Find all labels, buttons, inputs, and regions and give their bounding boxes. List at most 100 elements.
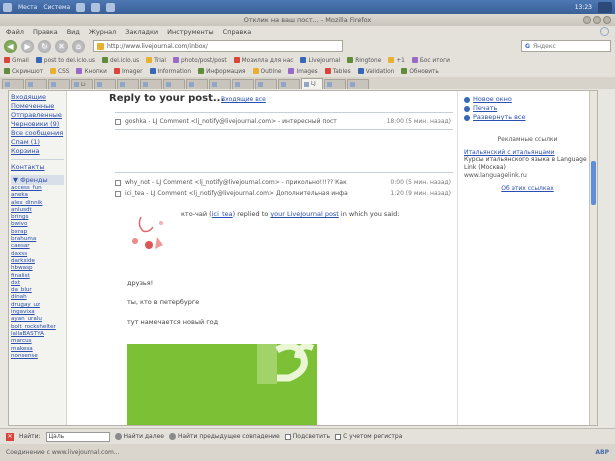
star-icon[interactable]	[115, 118, 121, 125]
bookmark-item[interactable]: Validation	[357, 68, 394, 75]
friend-link[interactable]: dxt	[11, 280, 64, 287]
url-bar[interactable]: http://www.livejournal.com/inbox/	[93, 40, 343, 52]
sidebar-contacts[interactable]: Контакты	[11, 163, 64, 172]
bookmark-item[interactable]: Livejournal	[300, 57, 340, 64]
search-engine-icon[interactable]: G	[525, 43, 530, 50]
friend-link[interactable]: bxrap	[11, 229, 64, 236]
star-icon[interactable]	[115, 179, 121, 186]
browser-tab[interactable]	[209, 79, 231, 89]
bookmark-item[interactable]: photo/post/post	[173, 57, 227, 64]
highlight-checkbox[interactable]	[284, 433, 291, 440]
ad-url[interactable]: www.languagelink.ru	[464, 172, 591, 179]
menu-history[interactable]: Журнал	[89, 28, 116, 36]
friend-link[interactable]: ayan_uralu	[11, 316, 64, 323]
menu-tools[interactable]: Инструменты	[167, 28, 214, 36]
highlight-toggle[interactable]: Подсветить	[284, 433, 330, 440]
menu-edit[interactable]: Правка	[33, 28, 58, 36]
back-to-inbox-link[interactable]: Входящие все	[221, 96, 266, 103]
friend-link[interactable]: bolt_rockshelter	[11, 324, 64, 331]
bookmark-item[interactable]: Information	[149, 68, 191, 75]
close-find-icon[interactable]: ✕	[6, 432, 14, 441]
scrollbar-thumb[interactable]	[591, 161, 596, 205]
menu-bookmarks[interactable]: Закладки	[125, 28, 158, 36]
browser-tab[interactable]	[347, 79, 369, 89]
commenter-link[interactable]: ici_tea	[212, 210, 233, 218]
browser-tab[interactable]	[232, 79, 254, 89]
friend-link[interactable]: brings	[11, 214, 64, 221]
forward-button[interactable]: ▶	[21, 39, 34, 53]
friend-link[interactable]: daxss	[11, 251, 64, 258]
stop-button[interactable]: ✕	[55, 39, 68, 53]
browser-tab[interactable]: Li	[71, 79, 93, 89]
vertical-scrollbar[interactable]	[589, 91, 597, 425]
star-icon[interactable]	[115, 190, 121, 197]
browser-tab[interactable]	[324, 79, 346, 89]
friend-link[interactable]: hbwasp	[11, 265, 64, 272]
sidebar-nav-item[interactable]: Спам (1)	[11, 138, 64, 147]
panel-launcher-icon[interactable]	[91, 2, 101, 12]
friend-link[interactable]: lallaBASTYA	[11, 331, 64, 338]
expand-all-link[interactable]: Развернуть все	[464, 113, 591, 122]
panel-launcher-icon[interactable]	[106, 2, 116, 12]
bookmark-item[interactable]: Outline	[252, 68, 281, 75]
print-link[interactable]: Печать	[464, 104, 591, 113]
friend-link[interactable]: marcus	[11, 338, 64, 345]
friend-link[interactable]: anlusdt	[11, 207, 64, 214]
menu-file[interactable]: Файл	[6, 28, 24, 36]
post-link[interactable]: your LiveJournal post	[270, 210, 339, 218]
bookmark-item[interactable]: Ringtone	[347, 57, 381, 64]
bookmark-item[interactable]: Imager	[113, 68, 143, 75]
match-case-toggle[interactable]: С учетом регистра	[335, 433, 402, 440]
bookmark-item[interactable]: CSS	[50, 68, 69, 75]
bookmark-item[interactable]: Tables	[324, 68, 351, 75]
browser-tab[interactable]	[140, 79, 162, 89]
friend-link[interactable]: makesa	[11, 346, 64, 353]
message-row[interactable]: ici_tea - LJ Comment <lj_notify@livejour…	[115, 189, 451, 198]
bookmark-item[interactable]: post to del.icio.us	[35, 57, 95, 64]
bookmark-item[interactable]: Gmail	[4, 57, 29, 64]
message-row[interactable]: goshka - LJ Comment <lj_notify@livejourn…	[115, 117, 451, 126]
browser-tab[interactable]	[48, 79, 70, 89]
bookmark-item[interactable]: Images	[288, 68, 318, 75]
browser-tab[interactable]	[25, 79, 47, 89]
find-input[interactable]: Цаль	[45, 431, 110, 442]
browser-tab[interactable]	[186, 79, 208, 89]
friend-link[interactable]: drugay_uz	[11, 302, 64, 309]
friend-link[interactable]: bwivo	[11, 221, 64, 228]
menu-help[interactable]: Справка	[223, 28, 252, 36]
sidebar-nav-item[interactable]: Корзина	[11, 147, 64, 156]
friend-link[interactable]: access_fun	[11, 185, 64, 192]
friend-link[interactable]: aneka	[11, 192, 64, 199]
home-button[interactable]: ⌂	[72, 39, 85, 53]
panel-launcher-icon[interactable]	[76, 2, 86, 12]
find-next-button[interactable]: Найти далее	[114, 433, 164, 440]
search-box[interactable]: G Яндекс	[521, 40, 611, 52]
sidebar-nav-item[interactable]: Отправленные	[11, 111, 64, 120]
browser-tab[interactable]	[163, 79, 185, 89]
clock[interactable]: 13:23	[575, 4, 592, 11]
adblock-icon[interactable]: ABP	[595, 449, 609, 456]
bookmark-item[interactable]: Бос итоги	[411, 57, 450, 64]
bookmark-item[interactable]: +1	[388, 57, 405, 64]
bookmark-item[interactable]: Кнопки	[76, 68, 107, 75]
bookmark-item[interactable]: Мозилла для нас	[233, 57, 293, 64]
menu-view[interactable]: Вид	[67, 28, 80, 36]
sidebar-nav-item[interactable]: Помеченные	[11, 102, 64, 111]
message-row[interactable]: why_not - LJ Comment <lj_notify@livejour…	[115, 178, 451, 187]
find-previous-button[interactable]: Найти предыдущее совпадение	[168, 433, 280, 440]
browser-tab[interactable]	[278, 79, 300, 89]
about-ads-link[interactable]: Об этих ссылках	[464, 185, 591, 192]
browser-tab[interactable]	[117, 79, 139, 89]
minimize-button[interactable]	[583, 16, 591, 24]
friend-link[interactable]: nonsense	[11, 353, 64, 360]
friend-link[interactable]: da_blur	[11, 287, 64, 294]
maximize-button[interactable]	[593, 16, 601, 24]
panel-system[interactable]: Система	[43, 4, 70, 11]
friends-header[interactable]: ▼ Френды	[11, 175, 64, 185]
app-menu-icon[interactable]	[3, 2, 12, 12]
friend-link[interactable]: brahuma	[11, 236, 64, 243]
sidebar-nav-item[interactable]: Все сообщения	[11, 129, 64, 138]
browser-tab[interactable]	[255, 79, 277, 89]
bookmark-item[interactable]: del.icio.us	[102, 57, 139, 64]
back-button[interactable]: ◀	[4, 39, 17, 53]
